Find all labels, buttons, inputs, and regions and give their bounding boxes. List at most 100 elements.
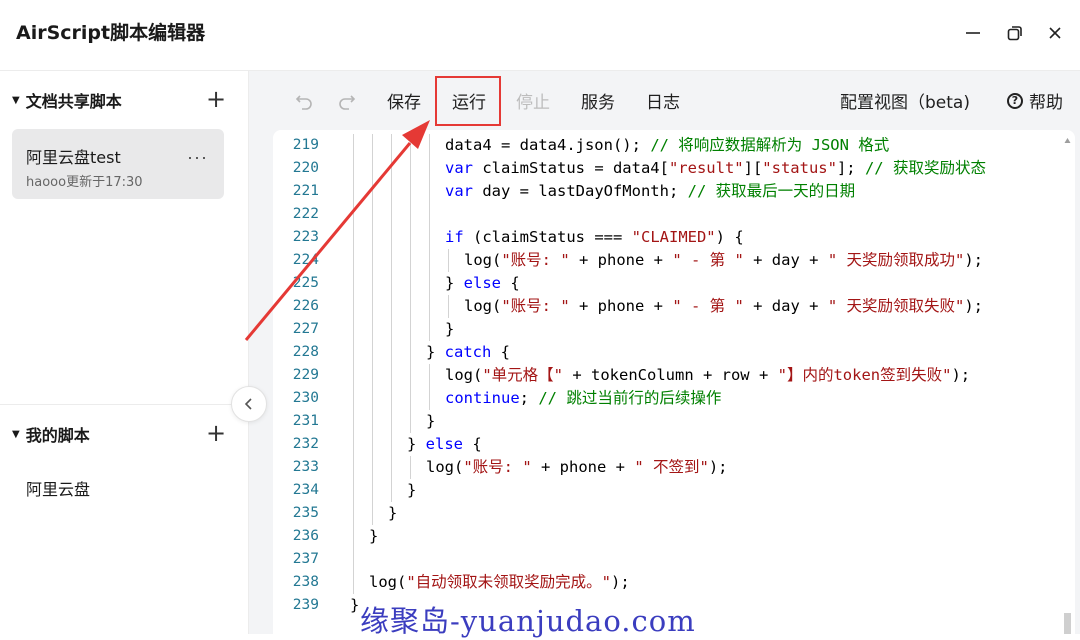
indent-guide: [410, 249, 411, 272]
add-my-script-icon[interactable]: +: [204, 419, 228, 449]
indent-guide: [429, 249, 430, 272]
code-token: {: [463, 435, 482, 453]
indent-guide: [353, 502, 354, 525]
service-button[interactable]: 服务: [581, 88, 615, 113]
code-text: }: [445, 318, 454, 341]
indent-guide: [448, 249, 449, 272]
code-token: + day +: [743, 297, 828, 315]
code-token: );: [708, 458, 728, 476]
code-token: "status": [762, 159, 837, 177]
indent-guide: [391, 203, 392, 226]
code-token: " 天奖励领取失败": [827, 297, 965, 315]
code-text: }: [388, 502, 397, 525]
indent-guide: [391, 456, 392, 479]
config-view-button[interactable]: 配置视图（beta): [840, 88, 970, 113]
code-token: log(: [445, 366, 483, 384]
indent-guide: [410, 364, 411, 387]
code-token: );: [964, 251, 983, 269]
code-line: 236}: [273, 525, 1075, 548]
save-button[interactable]: 保存: [387, 88, 421, 113]
indent-guide: [353, 456, 354, 479]
indent-guide: [372, 364, 373, 387]
run-highlight-box: [435, 76, 501, 126]
line-number: 228: [292, 344, 319, 360]
line-number: 237: [292, 551, 319, 567]
close-icon[interactable]: [1040, 18, 1070, 48]
code-token: "】内的token签到失败": [777, 366, 952, 384]
code-token: ) {: [715, 228, 744, 246]
collapse-sidebar-button[interactable]: [231, 386, 267, 422]
indent-guide: [429, 226, 430, 249]
code-line: 235}: [273, 502, 1075, 525]
code-token: else: [463, 274, 501, 292]
line-number: 239: [292, 597, 319, 613]
code-token: (claimStatus ===: [463, 228, 632, 246]
help-button[interactable]: ? 帮助: [1007, 88, 1063, 113]
line-number: 222: [292, 206, 319, 222]
indent-guide: [372, 203, 373, 226]
indent-guide: [353, 295, 354, 318]
code-token: " 天奖励领取成功": [827, 251, 965, 269]
indent-guide: [429, 364, 430, 387]
code-text: } else {: [445, 272, 520, 295]
add-shared-script-icon[interactable]: +: [204, 85, 228, 115]
restore-icon[interactable]: [1000, 18, 1030, 48]
indent-guide: [429, 134, 430, 157]
line-number: 227: [292, 321, 319, 337]
indent-guide: [391, 364, 392, 387]
code-token: " - 第 ": [672, 297, 744, 315]
indent-guide: [372, 387, 373, 410]
code-token: {: [501, 274, 520, 292]
indent-guide: [410, 318, 411, 341]
app-title: AirScript脚本编辑器: [16, 22, 206, 44]
indent-guide: [410, 341, 411, 364]
script-item[interactable]: 阿里云盘: [26, 476, 90, 500]
stop-button[interactable]: 停止: [516, 88, 550, 113]
code-line: 226 log("账号: " + phone + " - 第 " + day + …: [273, 295, 1075, 318]
toolbar: 保存 运行 停止 服务 日志 配置视图（beta) ? 帮助: [249, 71, 1080, 129]
code-text: log("账号: " + phone + " - 第 " + day + " 天…: [464, 295, 983, 318]
code-token: + day +: [743, 251, 828, 269]
code-token: );: [964, 297, 983, 315]
indent-guide: [372, 295, 373, 318]
script-item-selected[interactable]: 阿里云盘test haooo更新于17:30 ···: [12, 129, 224, 199]
code-token: else: [425, 435, 463, 453]
indent-guide: [353, 364, 354, 387]
line-number: 226: [292, 298, 319, 314]
undo-icon[interactable]: [292, 89, 316, 113]
log-button[interactable]: 日志: [646, 88, 680, 113]
more-icon[interactable]: ···: [187, 147, 208, 168]
line-number: 235: [292, 505, 319, 521]
line-number: 234: [292, 482, 319, 498]
indent-guide: [353, 387, 354, 410]
indent-guide: [410, 410, 411, 433]
code-editor[interactable]: 219 data4 = data4.json(); // 将响应数据解析为 JSO…: [273, 130, 1075, 634]
code-token: " - 第 ": [672, 251, 744, 269]
editor-scrollbar[interactable]: [1063, 135, 1072, 634]
indent-guide: [353, 272, 354, 295]
indent-guide: [353, 203, 354, 226]
indent-guide: [391, 134, 392, 157]
indent-guide: [429, 272, 430, 295]
indent-guide: [353, 180, 354, 203]
code-line: 232} else {: [273, 433, 1075, 456]
indent-guide: [372, 180, 373, 203]
line-number: 223: [292, 229, 319, 245]
redo-icon[interactable]: [335, 89, 359, 113]
indent-guide: [391, 318, 392, 341]
code-line: 233 log("账号: " + phone + " 不签到");: [273, 456, 1075, 479]
code-line: 223 if (claimStatus === "CLAIMED") {: [273, 226, 1075, 249]
shared-scripts-header[interactable]: ▼ 文档共享脚本 +: [12, 85, 232, 115]
indent-guide: [372, 226, 373, 249]
minimize-icon[interactable]: [958, 18, 988, 48]
code-token: if: [445, 228, 464, 246]
indent-guide: [429, 295, 430, 318]
code-token: log(: [464, 251, 502, 269]
indent-guide: [353, 433, 354, 456]
my-scripts-header[interactable]: ▼ 我的脚本 +: [12, 419, 232, 449]
code-token: "result": [668, 159, 744, 177]
code-text: } else {: [407, 433, 482, 456]
code-line: 219 data4 = data4.json(); // 将响应数据解析为 JSO…: [273, 134, 1075, 157]
title-bar: AirScript脚本编辑器: [0, 0, 1080, 71]
code-token: catch: [444, 343, 492, 361]
